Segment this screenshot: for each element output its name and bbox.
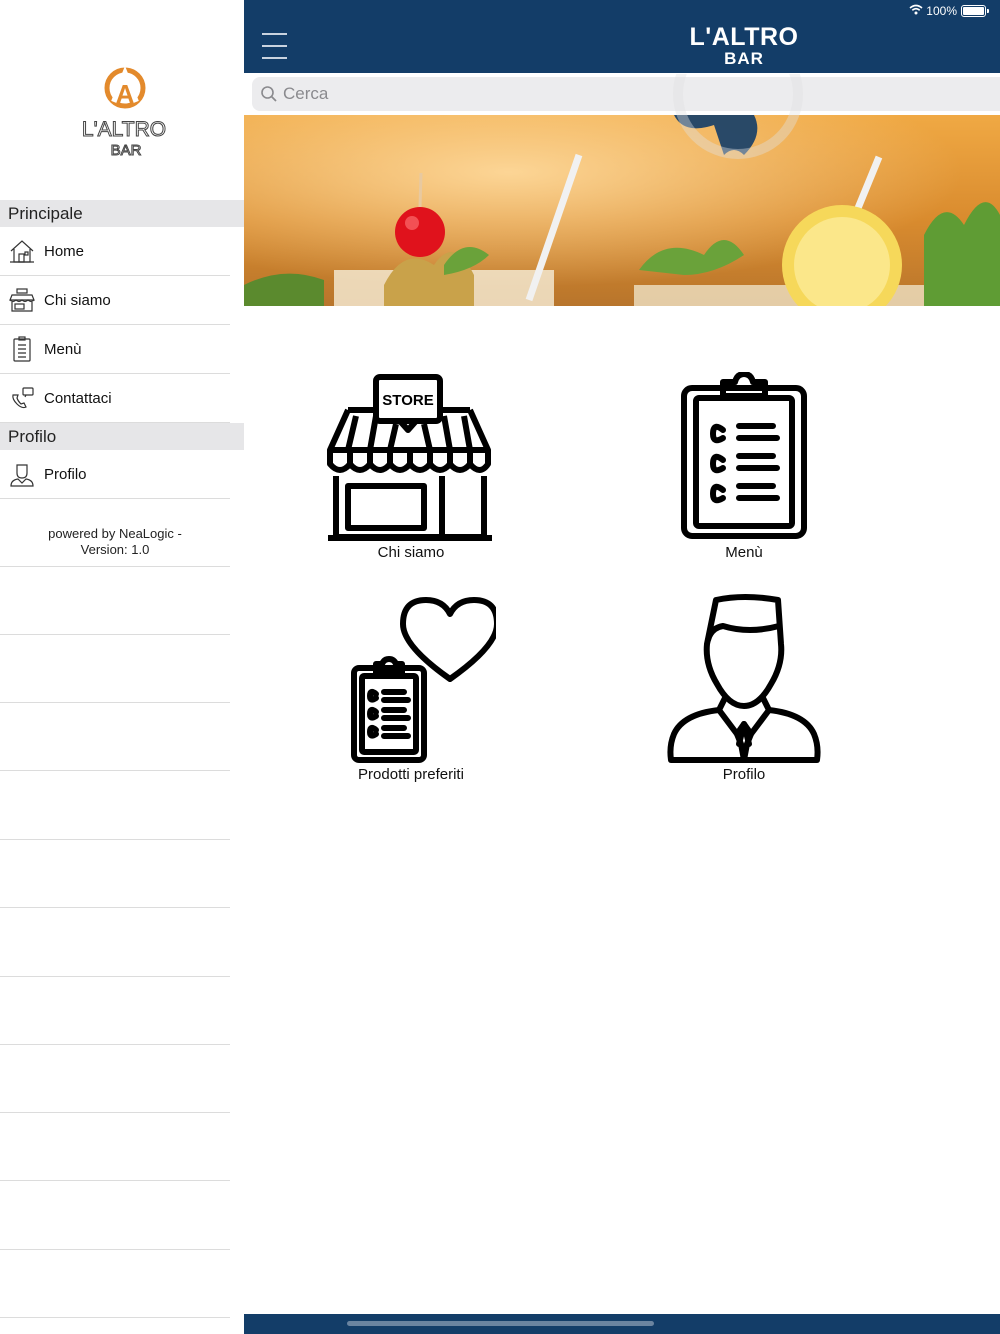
favorites-icon: [351, 597, 496, 763]
home-indicator[interactable]: [347, 1321, 654, 1326]
tile-label: Menù: [725, 544, 763, 561]
sidebar-item-home[interactable]: Home: [0, 227, 230, 276]
tile-profilo[interactable]: Profilo: [644, 594, 844, 783]
search-input[interactable]: [283, 84, 933, 104]
empty-row: [0, 1250, 230, 1318]
tile-label: Profilo: [722, 766, 766, 783]
section-principale: Principale: [0, 200, 244, 227]
tile-menu[interactable]: Menù: [644, 372, 844, 561]
user-icon: [8, 460, 36, 488]
brand-line1: L'ALTRO: [689, 23, 799, 51]
sidebar-item-menu[interactable]: Menù: [0, 325, 230, 374]
search-field[interactable]: [252, 77, 1000, 111]
empty-row: [0, 635, 230, 703]
home-icon: [8, 237, 36, 265]
empty-row: [0, 1182, 230, 1250]
brand-line2: BAR: [724, 49, 764, 68]
sidebar-item-profilo[interactable]: Profilo: [0, 450, 230, 499]
empty-row: [0, 1045, 230, 1113]
sidebar-item-contattaci[interactable]: Contattaci: [0, 374, 230, 423]
bottom-bar: [244, 1314, 1000, 1334]
sidebar-item-label: Contattaci: [44, 389, 112, 407]
app-logo: A L'ALTRO BAR: [74, 65, 174, 162]
tile-prodotti-preferiti[interactable]: Prodotti preferiti: [311, 594, 511, 783]
empty-row: [0, 909, 230, 977]
empty-row: [0, 567, 230, 635]
tile-label: Chi siamo: [377, 544, 445, 561]
logo-line2: BAR: [111, 142, 142, 159]
status-bar: 100%: [909, 4, 989, 18]
logo-letter: A: [116, 79, 135, 109]
clipboard-icon: [8, 335, 36, 363]
logo-line1: L'ALTRO: [82, 118, 166, 141]
empty-row: [0, 1113, 230, 1181]
sidebar-item-chi-siamo[interactable]: Chi siamo: [0, 276, 230, 325]
powered-line1: powered by NeaLogic -: [48, 526, 182, 541]
user-icon: [667, 594, 821, 763]
brand-title: L'ALTRO BAR: [684, 24, 804, 67]
tile-chi-siamo[interactable]: STORE Chi siamo: [311, 372, 511, 561]
battery-icon: [961, 5, 989, 17]
empty-row: [0, 703, 230, 771]
clipboard-icon: [681, 372, 807, 539]
sidebar-item-label: Menù: [44, 340, 82, 358]
search-bar: [244, 73, 1000, 115]
empty-row: [0, 977, 230, 1045]
section-profilo: Profilo: [0, 423, 244, 450]
hamburger-menu-icon[interactable]: [262, 33, 290, 61]
phone-icon: [8, 384, 36, 412]
sidebar: A L'ALTRO BAR Principale Home Chi siamo …: [0, 0, 244, 1334]
sidebar-item-label: Profilo: [44, 465, 87, 483]
nav-bar: L'ALTRO BAR 100%: [244, 0, 1000, 73]
store-icon: [8, 286, 36, 314]
tile-label: Prodotti preferiti: [358, 766, 464, 783]
powered-by: powered by NeaLogic - Version: 1.0: [0, 498, 230, 567]
empty-row: [0, 840, 230, 908]
sidebar-item-label: Home: [44, 242, 85, 260]
store-icon: STORE: [327, 374, 492, 541]
version-text: Version: 1.0: [80, 542, 150, 557]
wifi-icon: [909, 4, 923, 18]
store-sign-text: STORE: [382, 392, 433, 409]
search-icon: [261, 86, 277, 102]
empty-row: [0, 772, 230, 840]
battery-percent: 100%: [926, 4, 957, 18]
main-content: L'ALTRO BAR 100% Cerca STORE Chi siamo M…: [244, 0, 1000, 1334]
hero-banner: [244, 115, 1000, 306]
sidebar-item-label: Chi siamo: [44, 291, 111, 309]
